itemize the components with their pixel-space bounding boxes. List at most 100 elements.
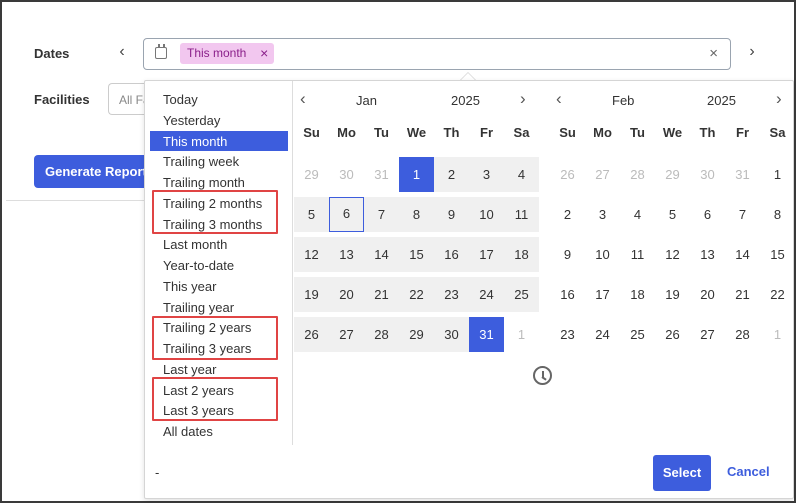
- calendar-day[interactable]: 26: [294, 317, 329, 352]
- calendar-day[interactable]: 2: [434, 157, 469, 192]
- calendar-day[interactable]: 17: [469, 237, 504, 272]
- calendar-day[interactable]: 14: [725, 237, 760, 272]
- chevron-right-icon[interactable]: ›: [520, 89, 526, 109]
- clock-icon[interactable]: [533, 366, 552, 385]
- preset-item[interactable]: This year: [150, 276, 288, 296]
- calendar-day[interactable]: 25: [504, 277, 539, 312]
- calendar-day[interactable]: 4: [504, 157, 539, 192]
- calendar-day[interactable]: 13: [329, 237, 364, 272]
- calendar-day[interactable]: 20: [690, 277, 725, 312]
- calendar-day[interactable]: 9: [550, 237, 585, 272]
- calendar-day[interactable]: 15: [760, 237, 795, 272]
- calendar-day[interactable]: 5: [294, 197, 329, 232]
- preset-item[interactable]: Today: [150, 89, 288, 109]
- calendar-day[interactable]: 17: [585, 277, 620, 312]
- calendar-day[interactable]: 28: [364, 317, 399, 352]
- chevron-right-icon[interactable]: ›: [776, 89, 782, 109]
- calendar-day[interactable]: 24: [585, 317, 620, 352]
- calendar-day[interactable]: 28: [620, 157, 655, 192]
- chevron-left-icon[interactable]: ‹: [300, 89, 306, 109]
- facilities-input[interactable]: All Fa: [108, 83, 148, 115]
- calendar-day[interactable]: 31: [469, 317, 504, 352]
- calendar-day[interactable]: 11: [504, 197, 539, 232]
- calendar-day[interactable]: 3: [469, 157, 504, 192]
- weekday-header: Sa: [513, 125, 530, 140]
- generate-report-button[interactable]: Generate Report: [34, 155, 148, 188]
- calendar-day[interactable]: 2: [550, 197, 585, 232]
- date-range-input[interactable]: This month × ×: [143, 38, 731, 70]
- calendar-day[interactable]: 19: [655, 277, 690, 312]
- calendar-day[interactable]: 24: [469, 277, 504, 312]
- calendar-day[interactable]: 1: [399, 157, 434, 192]
- calendar-day[interactable]: 8: [399, 197, 434, 232]
- cancel-button[interactable]: Cancel: [727, 464, 770, 479]
- weekday-header: Th: [699, 125, 716, 140]
- weekday-header: Tu: [630, 125, 645, 140]
- calendar-day[interactable]: 23: [434, 277, 469, 312]
- calendar-day[interactable]: 18: [620, 277, 655, 312]
- calendar-day[interactable]: 21: [725, 277, 760, 312]
- calendar-day[interactable]: 12: [655, 237, 690, 272]
- preset-item[interactable]: This month: [150, 130, 288, 151]
- next-period-icon[interactable]: ›: [744, 42, 760, 62]
- select-button[interactable]: Select: [653, 455, 711, 491]
- calendar-day[interactable]: 6: [329, 197, 364, 232]
- calendar-day[interactable]: 22: [760, 277, 795, 312]
- calendar-day[interactable]: 13: [690, 237, 725, 272]
- calendar-day[interactable]: 28: [725, 317, 760, 352]
- calendar-day[interactable]: 31: [725, 157, 760, 192]
- calendar-day[interactable]: 15: [399, 237, 434, 272]
- calendar-day[interactable]: 7: [725, 197, 760, 232]
- calendar-day[interactable]: 16: [550, 277, 585, 312]
- calendar-day[interactable]: 30: [329, 157, 364, 192]
- preset-item[interactable]: Trailing year: [150, 297, 288, 317]
- calendar-day[interactable]: 9: [434, 197, 469, 232]
- calendar-day[interactable]: 16: [434, 237, 469, 272]
- preset-item[interactable]: Last year: [150, 359, 288, 379]
- calendar-day[interactable]: 8: [760, 197, 795, 232]
- calendar-day[interactable]: 29: [294, 157, 329, 192]
- calendar-day[interactable]: 21: [364, 277, 399, 312]
- calendar-day[interactable]: 23: [550, 317, 585, 352]
- calendar-day[interactable]: 20: [329, 277, 364, 312]
- chip-remove-icon[interactable]: ×: [260, 43, 268, 64]
- calendar-day[interactable]: 12: [294, 237, 329, 272]
- calendar-day[interactable]: 10: [585, 237, 620, 272]
- calendar-day[interactable]: 4: [620, 197, 655, 232]
- preset-item[interactable]: Year-to-date: [150, 255, 288, 275]
- calendar-day[interactable]: 25: [620, 317, 655, 352]
- calendar-day[interactable]: 27: [329, 317, 364, 352]
- calendar-day[interactable]: 14: [364, 237, 399, 272]
- calendar-day[interactable]: 3: [585, 197, 620, 232]
- calendar-day[interactable]: 1: [760, 157, 795, 192]
- calendar-icon: [155, 44, 167, 59]
- calendar-day[interactable]: 10: [469, 197, 504, 232]
- calendar-day[interactable]: 7: [364, 197, 399, 232]
- calendar-day[interactable]: 29: [399, 317, 434, 352]
- calendar-day[interactable]: 6: [690, 197, 725, 232]
- calendar-day[interactable]: 26: [550, 157, 585, 192]
- calendar-day[interactable]: 5: [655, 197, 690, 232]
- preset-item[interactable]: Yesterday: [150, 110, 288, 130]
- calendar-day[interactable]: 30: [690, 157, 725, 192]
- calendar-day[interactable]: 11: [620, 237, 655, 272]
- preset-item[interactable]: Trailing week: [150, 151, 288, 171]
- preset-item[interactable]: All dates: [150, 421, 288, 441]
- preset-item[interactable]: Last month: [150, 234, 288, 254]
- prev-period-icon[interactable]: ‹: [114, 42, 130, 62]
- calendar-day[interactable]: 1: [504, 317, 539, 352]
- calendar-day[interactable]: 30: [434, 317, 469, 352]
- chevron-left-icon[interactable]: ‹: [556, 89, 562, 109]
- clear-icon[interactable]: ×: [709, 45, 718, 62]
- calendar-day[interactable]: 18: [504, 237, 539, 272]
- calendar-day[interactable]: 31: [364, 157, 399, 192]
- calendar-day[interactable]: 19: [294, 277, 329, 312]
- calendar-day[interactable]: 22: [399, 277, 434, 312]
- preset-item[interactable]: Trailing month: [150, 172, 288, 192]
- calendar-day[interactable]: 29: [655, 157, 690, 192]
- selected-range-chip: This month ×: [180, 43, 275, 64]
- calendar-day[interactable]: 1: [760, 317, 795, 352]
- calendar-day[interactable]: 26: [655, 317, 690, 352]
- calendar-day[interactable]: 27: [585, 157, 620, 192]
- calendar-day[interactable]: 27: [690, 317, 725, 352]
